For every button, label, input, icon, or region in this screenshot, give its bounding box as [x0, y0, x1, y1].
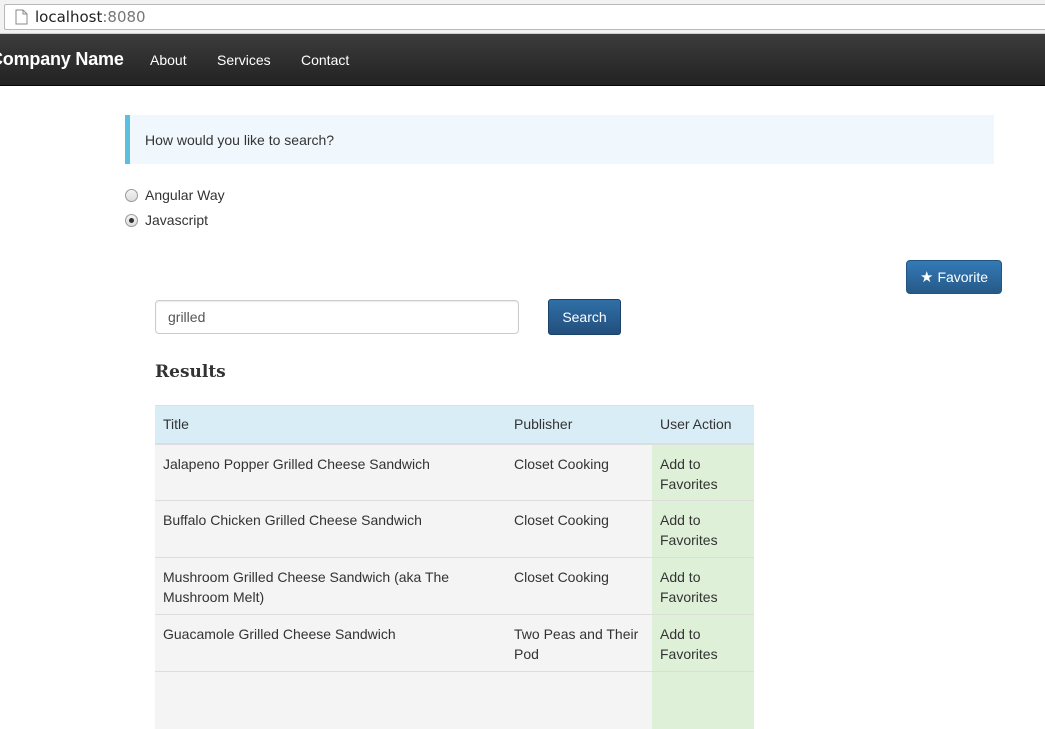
url-host: localhost [35, 8, 103, 26]
table-row: Buffalo Chicken Grilled Cheese Sandwich … [155, 500, 754, 558]
browser-address-bar: localhost:8080 [0, 0, 1045, 34]
navbar: Company Name About Services Contact [0, 34, 1045, 86]
cell-publisher: Closet Cooking [506, 557, 652, 615]
search-prompt-alert: How would you like to search? [125, 115, 994, 164]
url-text: localhost:8080 [35, 8, 146, 26]
cell-title: Mushroom Grilled Cheese Sandwich (aka Th… [155, 557, 506, 615]
add-to-favorites-link[interactable]: Add to Favorites [652, 500, 754, 558]
add-to-favorites-link[interactable]: Add to Favorites [652, 557, 754, 615]
search-button[interactable]: Search [548, 299, 621, 335]
nav-link-services[interactable]: Services [217, 52, 271, 68]
favorite-button[interactable]: ★ Favorite [906, 260, 1002, 294]
add-to-favorites-link[interactable]: Add to Favorites [652, 443, 754, 501]
nav-link-contact[interactable]: Contact [301, 52, 349, 68]
table-row: Mushroom Grilled Cheese Sandwich (aka Th… [155, 557, 754, 615]
radio-button[interactable] [125, 189, 138, 202]
results-table: Title Publisher User Action Jalapeno Pop… [155, 405, 754, 729]
alert-text: How would you like to search? [145, 132, 335, 148]
page-icon [15, 9, 28, 25]
column-header-title: Title [155, 405, 506, 445]
table-row: Jalapeno Popper Grilled Cheese Sandwich … [155, 443, 754, 501]
favorite-button-label: Favorite [937, 269, 989, 285]
brand-link[interactable]: Company Name [0, 49, 124, 70]
table-row [155, 671, 754, 729]
results-heading: Results [155, 362, 226, 382]
radio-label[interactable]: Javascript [145, 212, 208, 228]
url-port: :8080 [102, 8, 146, 26]
add-to-favorites-link[interactable] [652, 671, 754, 729]
cell-publisher: Two Peas and Their Pod [506, 614, 652, 672]
cell-title: Buffalo Chicken Grilled Cheese Sandwich [155, 500, 506, 558]
cell-publisher: Closet Cooking [506, 500, 652, 558]
nav-link-about[interactable]: About [150, 52, 187, 68]
table-row: Guacamole Grilled Cheese Sandwich Two Pe… [155, 614, 754, 672]
url-field[interactable]: localhost:8080 [4, 4, 1045, 30]
radio-button-checked[interactable] [125, 214, 138, 227]
cell-publisher [506, 671, 652, 729]
column-header-user-action: User Action [652, 405, 754, 445]
cell-title [155, 671, 506, 729]
star-icon: ★ [919, 268, 934, 286]
add-to-favorites-link[interactable]: Add to Favorites [652, 614, 754, 672]
cell-title: Guacamole Grilled Cheese Sandwich [155, 614, 506, 672]
search-input[interactable] [155, 300, 519, 334]
table-header-row: Title Publisher User Action [155, 405, 754, 445]
cell-publisher: Closet Cooking [506, 443, 652, 501]
column-header-publisher: Publisher [506, 405, 652, 445]
radio-label[interactable]: Angular Way [145, 187, 225, 203]
cell-title: Jalapeno Popper Grilled Cheese Sandwich [155, 443, 506, 501]
